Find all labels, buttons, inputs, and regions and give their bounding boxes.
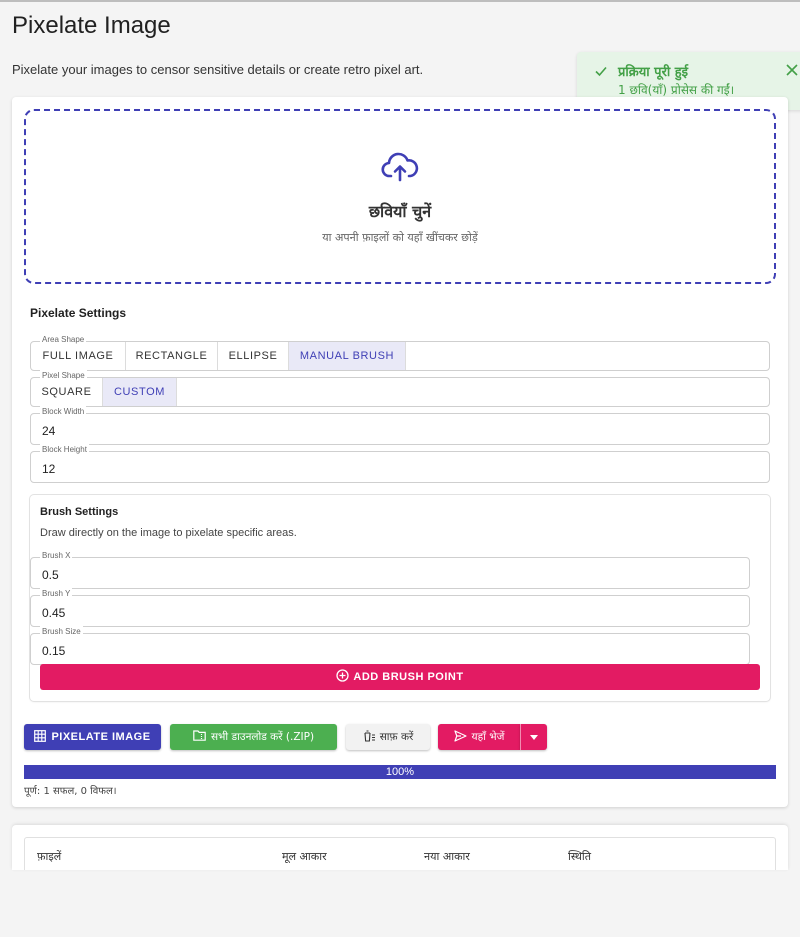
cloud-upload-icon [381,151,419,188]
send-icon [453,729,467,745]
clear-label: साफ़ करें [379,731,414,743]
download-all-label: सभी डाउनलोड करें (.ZIP) [210,731,315,743]
column-header-status[interactable]: स्थिति [568,849,591,864]
column-header-new-size[interactable]: नया आकार [424,849,470,864]
column-header-original-size[interactable]: मूल आकार [282,849,327,864]
check-icon [594,64,608,83]
area-shape-ellipse[interactable]: ELLIPSE [218,342,289,370]
brush-size-field[interactable]: Brush Size 0.15 [30,626,750,665]
area-shape-full-image[interactable]: FULL IMAGE [31,342,126,370]
block-height-label: Block Height [40,444,89,456]
grid-icon [34,729,47,745]
clear-list-icon [363,729,375,745]
toast-message: 1 छवि(याँ) प्रोसेस की गईं। [618,83,735,97]
send-options-dropdown[interactable] [520,724,547,750]
settings-title: Pixelate Settings [30,306,127,320]
brush-settings-description: Draw directly on the image to pixelate s… [40,527,297,539]
send-here-label: यहाँ भेजें [471,731,505,743]
pixelate-image-button[interactable]: PIXELATE IMAGE [24,724,161,750]
dropzone-subtitle: या अपनी फ़ाइलों को यहाँ खींचकर छोड़ें [322,231,478,244]
caret-down-icon [530,731,538,743]
pixel-shape-group: Pixel Shape SQUARE CUSTOM [30,370,770,407]
brush-size-value: 0.15 [42,644,66,658]
pixel-shape-square[interactable]: SQUARE [31,378,103,406]
add-brush-point-button[interactable]: ADD BRUSH POINT [40,664,760,690]
progress-summary: पूर्ण: 1 सफल, 0 विफल। [24,786,117,797]
block-height-value: 12 [42,462,56,476]
brush-y-label: Brush Y [40,588,73,600]
block-width-field[interactable]: Block Width 24 [30,406,770,445]
page-title: Pixelate Image [12,12,171,39]
send-here-button[interactable]: यहाँ भेजें [438,724,520,750]
area-shape-group: Area Shape FULL IMAGE RECTANGLE ELLIPSE … [30,334,770,371]
plus-circle-icon [336,669,350,685]
results-card: फ़ाइलें मूल आकार नया आकार स्थिति [12,825,788,870]
block-width-label: Block Width [40,406,87,418]
area-shape-manual-brush[interactable]: MANUAL BRUSH [289,342,406,370]
brush-x-field[interactable]: Brush X 0.5 [30,550,750,589]
settings-card: छवियाँ चुनें या अपनी फ़ाइलों को यहाँ खीं… [12,97,788,807]
progress-bar: 100% [24,765,776,779]
pixel-shape-custom[interactable]: CUSTOM [103,378,177,406]
toast-title: प्रक्रिया पूरी हुई [618,65,689,80]
brush-x-label: Brush X [40,550,73,562]
clear-button[interactable]: साफ़ करें [346,724,430,750]
folder-zip-icon [193,730,206,744]
brush-y-value: 0.45 [42,606,66,620]
close-icon[interactable] [786,63,798,81]
add-brush-point-label: ADD BRUSH POINT [353,671,464,683]
column-header-files[interactable]: फ़ाइलें [37,849,61,864]
pixelate-image-label: PIXELATE IMAGE [51,731,151,743]
brush-y-field[interactable]: Brush Y 0.45 [30,588,750,627]
progress-label: 100% [385,766,415,778]
block-width-value: 24 [42,424,56,438]
dropzone-title: छवियाँ चुनें [368,202,432,221]
results-table: फ़ाइलें मूल आकार नया आकार स्थिति [24,837,776,870]
brush-settings-title: Brush Settings [40,506,119,518]
brush-x-value: 0.5 [42,568,59,582]
file-dropzone[interactable]: छवियाँ चुनें या अपनी फ़ाइलों को यहाँ खीं… [24,109,776,284]
brush-settings-card: Brush Settings Draw directly on the imag… [30,495,770,701]
block-height-field[interactable]: Block Height 12 [30,444,770,483]
window-top-border [0,0,800,2]
area-shape-rectangle[interactable]: RECTANGLE [126,342,218,370]
download-all-zip-button[interactable]: सभी डाउनलोड करें (.ZIP) [170,724,337,750]
page-description: Pixelate your images to censor sensitive… [12,62,424,77]
brush-size-label: Brush Size [40,626,83,638]
